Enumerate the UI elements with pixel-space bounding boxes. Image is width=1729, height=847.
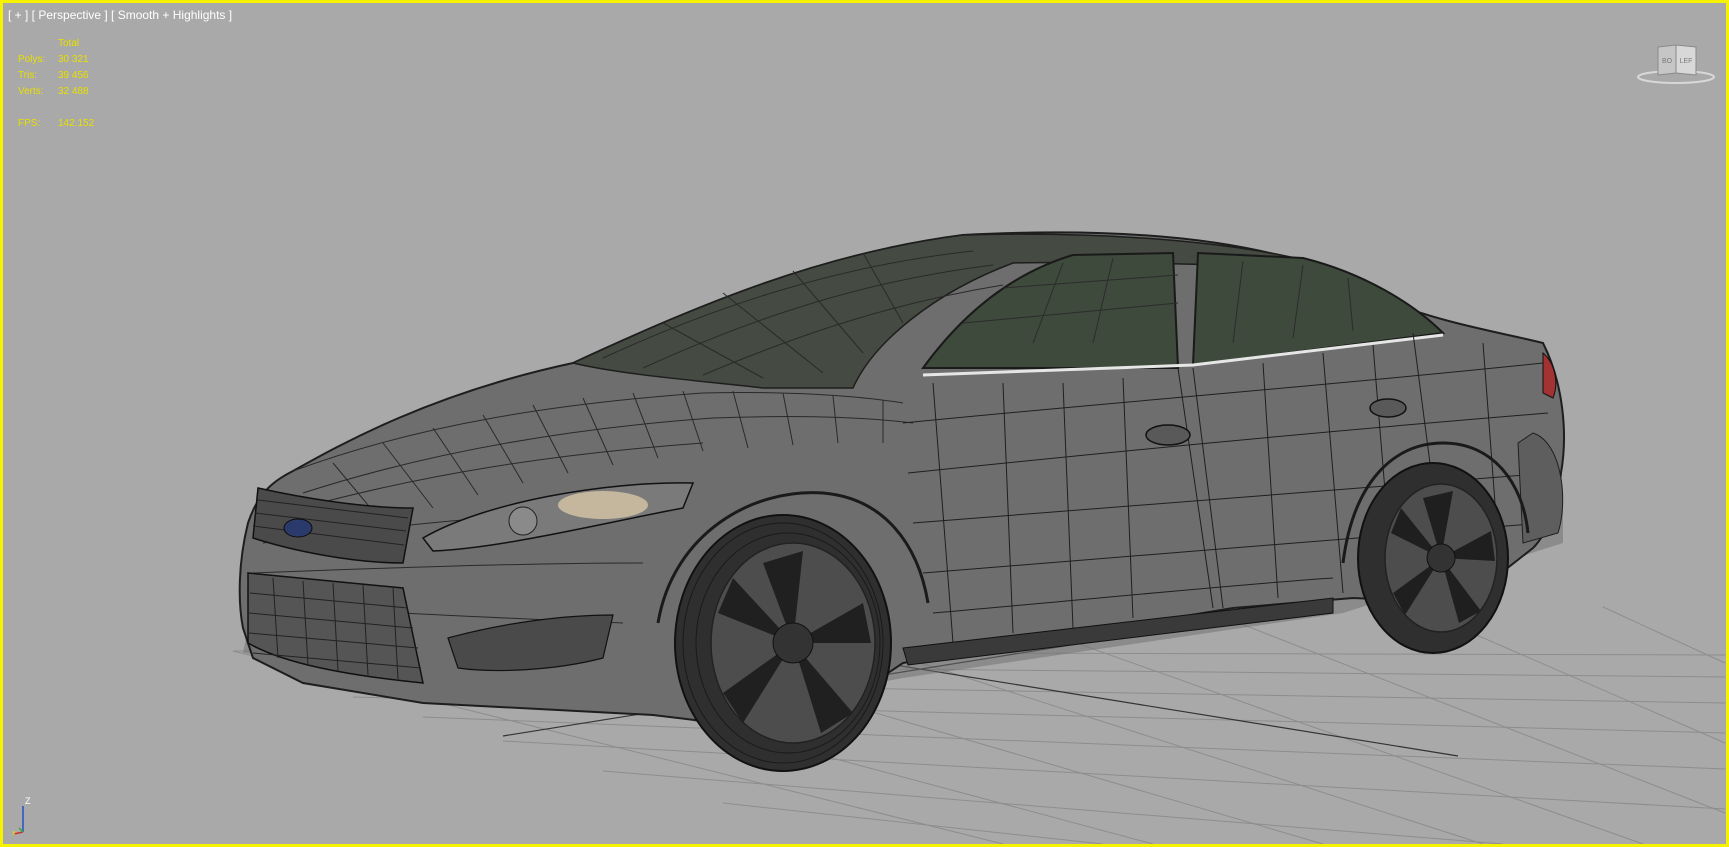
fps-key: FPS:: [18, 118, 41, 129]
viewcube-face-left[interactable]: BO: [1662, 58, 1673, 65]
scene-canvas[interactable]: [3, 3, 1726, 844]
axis-tripod-icon: Z x: [12, 796, 31, 836]
stats-key: Polys:: [18, 54, 46, 65]
stats-row-verts: Verts: 32 488: [18, 84, 94, 100]
stats-value: 39 456: [58, 70, 89, 81]
stats-key: Tris:: [18, 70, 38, 81]
stats-row-fps: FPS: 142.152: [18, 116, 94, 132]
rear-wheel[interactable]: [1357, 462, 1509, 654]
car-badge-icon: [283, 518, 313, 538]
stats-header: Total: [58, 38, 80, 49]
front-wheel[interactable]: [674, 514, 892, 772]
viewcube-icon[interactable]: BO LEF: [1636, 39, 1716, 87]
viewcube-face-right[interactable]: LEF: [1680, 58, 1693, 65]
viewport-label-menu[interactable]: [ + ] [ Perspective ] [ Smooth + Highlig…: [8, 8, 232, 22]
stats-row-polys: Polys: 30 321: [18, 52, 94, 68]
statistics-overlay: Total Polys: 30 321 Tris: 39 456 Verts: …: [18, 36, 94, 132]
stats-key: Verts:: [18, 86, 44, 97]
perspective-viewport[interactable]: [ + ] [ Perspective ] [ Smooth + Highlig…: [0, 0, 1729, 847]
axis-x-label: x: [12, 830, 16, 836]
stats-value: 32 488: [58, 86, 89, 97]
stats-row-tris: Tris: 39 456: [18, 68, 94, 84]
fps-value: 142.152: [58, 118, 95, 129]
axis-z-label: Z: [25, 796, 31, 806]
stats-value: 30 321: [58, 54, 89, 65]
car-model[interactable]: [238, 231, 1565, 723]
